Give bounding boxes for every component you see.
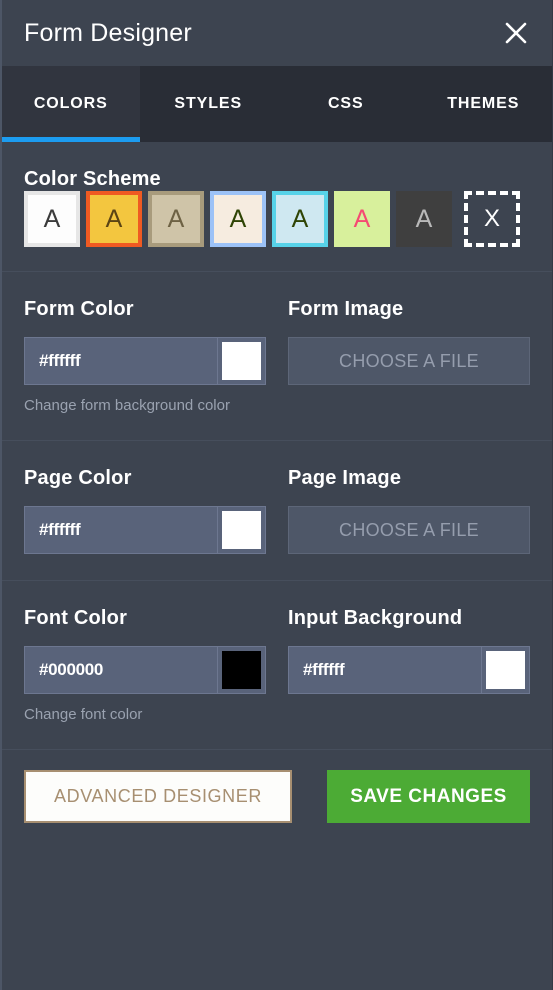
panel-body: Color Scheme A A A A A A A X Form Color …: [2, 142, 552, 990]
page-image-field: Page Image CHOOSE A FILE: [288, 467, 530, 554]
tab-colors-label: COLORS: [33, 95, 108, 112]
form-image-field: Form Image CHOOSE A FILE: [288, 298, 530, 414]
color-scheme-label: Color Scheme: [24, 168, 161, 190]
page-image-choose-file-button[interactable]: CHOOSE A FILE: [288, 506, 530, 554]
tab-css-label: CSS: [327, 95, 364, 112]
save-changes-button[interactable]: SAVE CHANGES: [327, 770, 530, 823]
form-color-section: Form Color Change form background color …: [2, 272, 552, 441]
font-color-field: Font Color Change font color: [24, 607, 266, 723]
scheme-swatch-green[interactable]: A: [334, 191, 390, 247]
input-background-swatch[interactable]: [482, 646, 530, 694]
scheme-swatch-letter: A: [415, 204, 433, 233]
scheme-swatch-orange[interactable]: A: [86, 191, 142, 247]
tab-css[interactable]: CSS: [277, 66, 415, 142]
form-color-swatch[interactable]: [218, 337, 266, 385]
tab-themes-label: THEMES: [447, 95, 520, 112]
color-scheme-swatches: A A A A A A A X: [24, 191, 530, 247]
input-background-label: Input Background: [288, 607, 463, 629]
page-color-label: Page Color: [24, 467, 132, 489]
footer-spacer: [2, 823, 552, 990]
font-color-section: Font Color Change font color Input Backg…: [2, 581, 552, 750]
input-background-field: Input Background: [288, 607, 530, 723]
form-color-input[interactable]: [24, 337, 218, 385]
page-image-label: Page Image: [288, 467, 402, 489]
panel-footer: ADVANCED DESIGNER SAVE CHANGES: [2, 750, 552, 823]
scheme-swatch-white[interactable]: A: [24, 191, 80, 247]
scheme-swatch-letter: A: [353, 204, 371, 233]
form-color-hint: Change form background color: [24, 397, 230, 414]
font-color-hint: Change font color: [24, 706, 143, 723]
page-color-section: Page Color Page Image CHOOSE A FILE: [2, 441, 552, 581]
tab-colors[interactable]: COLORS: [2, 66, 140, 142]
scheme-swatch-letter: A: [105, 204, 123, 233]
form-image-label: Form Image: [288, 298, 404, 320]
form-color-field: Form Color Change form background color: [24, 298, 266, 414]
form-image-choose-file-button[interactable]: CHOOSE A FILE: [288, 337, 530, 385]
page-color-input[interactable]: [24, 506, 218, 554]
page-color-field: Page Color: [24, 467, 266, 554]
scheme-swatch-dark[interactable]: A: [396, 191, 452, 247]
font-color-input[interactable]: [24, 646, 218, 694]
font-color-label: Font Color: [24, 607, 128, 629]
tab-styles-label: STYLES: [174, 95, 243, 112]
scheme-swatch-cream[interactable]: A: [210, 191, 266, 247]
page-title: Form Designer: [24, 18, 192, 47]
advanced-designer-button[interactable]: ADVANCED DESIGNER: [24, 770, 292, 823]
page-color-swatch[interactable]: [218, 506, 266, 554]
scheme-swatch-none-letter: X: [483, 205, 500, 232]
scheme-swatch-cyan[interactable]: A: [272, 191, 328, 247]
scheme-swatch-letter: A: [229, 204, 247, 233]
input-background-input[interactable]: [288, 646, 482, 694]
scheme-swatch-letter: A: [167, 204, 185, 233]
tab-bar: COLORS STYLES CSS THEMES: [2, 66, 552, 142]
color-scheme-section: Color Scheme A A A A A A A X: [2, 142, 552, 272]
form-color-label: Form Color: [24, 298, 134, 320]
scheme-swatch-letter: A: [43, 204, 61, 233]
tab-themes[interactable]: THEMES: [415, 66, 553, 142]
scheme-swatch-letter: A: [291, 204, 309, 233]
scheme-swatch-none-icon[interactable]: X: [464, 191, 520, 247]
form-designer-panel: Form Designer COLORS STYLES CSS THEMES C…: [0, 0, 553, 990]
scheme-swatch-tan[interactable]: A: [148, 191, 204, 247]
panel-header: Form Designer: [2, 0, 552, 66]
tab-styles[interactable]: STYLES: [140, 66, 278, 142]
font-color-swatch[interactable]: [218, 646, 266, 694]
close-icon[interactable]: [494, 11, 538, 55]
